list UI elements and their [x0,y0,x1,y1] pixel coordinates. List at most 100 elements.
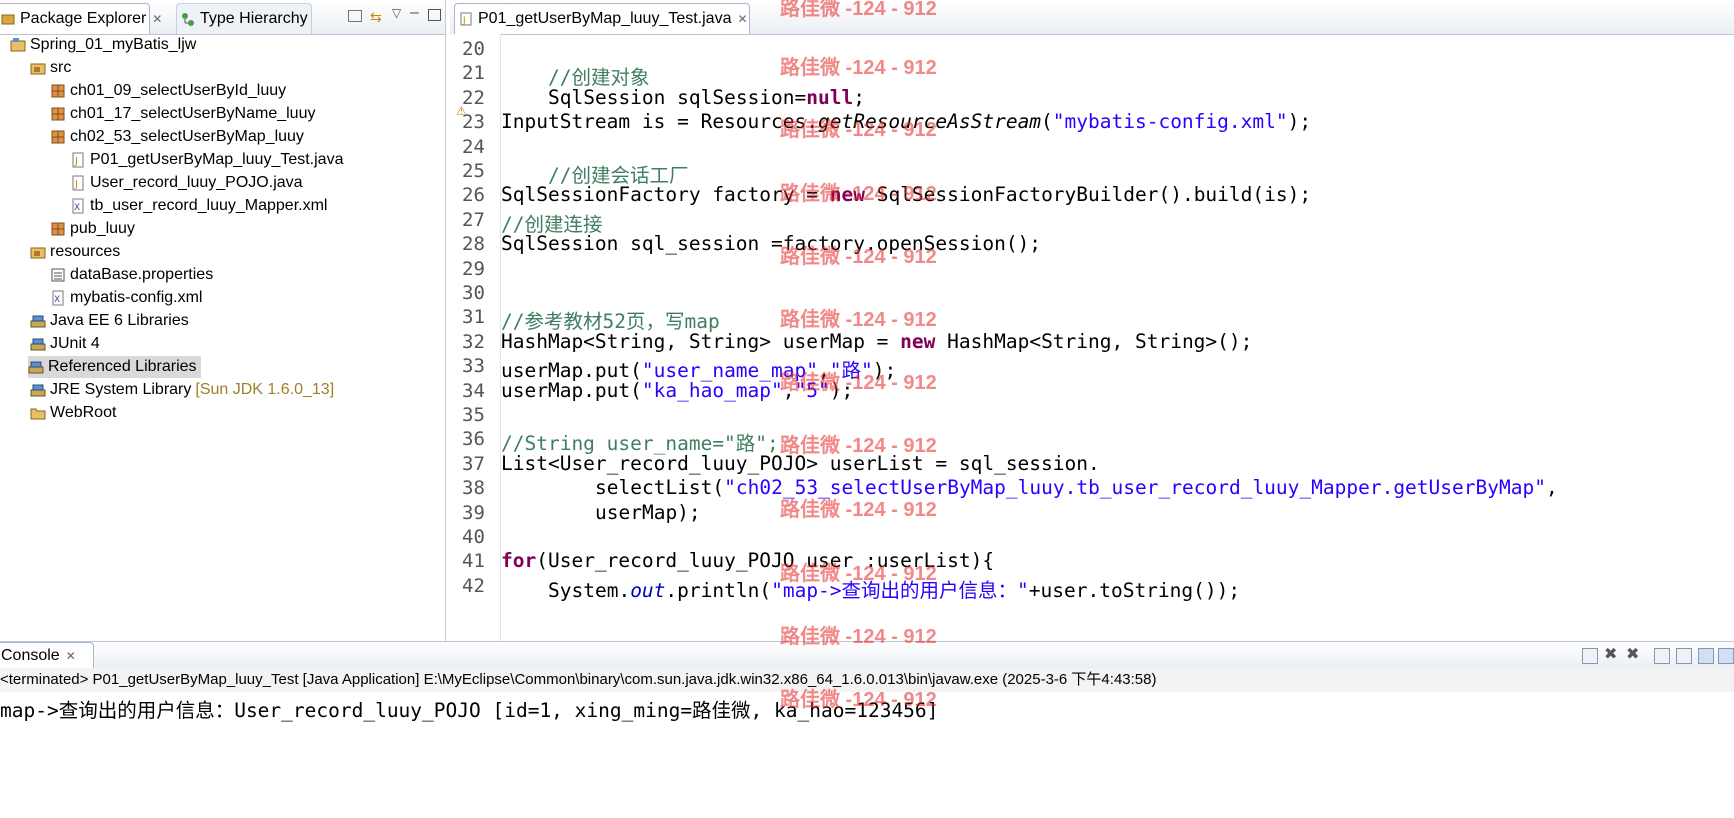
tree-item-label: tb_user_record_luuy_Mapper.xml [90,197,328,214]
svg-text:J: J [462,16,466,26]
close-icon[interactable]: ✕ [66,649,76,663]
scroll-lock-icon[interactable] [1676,648,1692,664]
tree-item-label: ch01_09_selectUserById_luuy [70,82,287,99]
tree-item-package[interactable]: ch02_53_selectUserByMap_luuy [50,126,304,148]
package-icon [50,129,66,145]
stop-icon[interactable] [1582,648,1598,664]
package-icon [50,83,66,99]
tree-item-label: mybatis-config.xml [70,289,203,306]
tab-package-explorer-label: Package Explorer [20,10,147,27]
type-hierarchy-icon [181,12,195,26]
view-menu-icon[interactable]: ▽ [392,6,401,20]
tab-type-hierarchy-label: Type Hierarchy [200,10,308,27]
tree-item-label: Java EE 6 Libraries [50,312,189,329]
java-file-icon: J [70,175,86,191]
code-line: userMap); [595,501,701,524]
code-area[interactable]: ⚠ //创建对象 SqlSession sqlSession=null; Input… [450,34,1734,641]
remove-all-icon[interactable]: ✖ [1626,644,1639,664]
code-token: System. [548,578,631,602]
close-icon[interactable]: ✕ [737,12,747,26]
code-line: InputStream is = Resources.getResourceAs… [501,110,1311,133]
tree-item-folder[interactable]: WebRoot [30,402,116,424]
tab-type-hierarchy[interactable]: Type Hierarchy [176,3,312,34]
tree-item-xml-file[interactable]: X tb_user_record_luuy_Mapper.xml [70,195,327,217]
minimize-icon[interactable]: ‒ [410,4,419,22]
tree-item-package[interactable]: ch01_09_selectUserById_luuy [50,80,286,102]
code-token: HashMap<String, String>(); [935,329,1253,353]
code-token: "5" [794,378,830,402]
maximize-icon[interactable] [428,9,441,21]
tree-item-src[interactable]: src [30,57,71,79]
code-token: , [782,378,795,402]
code-token: +user.toString()); [1028,578,1241,602]
clear-console-icon[interactable] [1654,648,1670,664]
code-line: for(User_record_luuy_POJO user :userList… [501,549,994,572]
project-icon [10,37,26,53]
package-explorer-panel: Package Explorer ✕ Type Hierarchy ⇆ ▽ ‒ … [0,0,446,641]
code-line: userMap.put("ka_hao_map","5"); [501,379,853,402]
svg-text:J: J [74,156,78,167]
code-token: new [829,183,865,207]
tree-item-project[interactable]: Spring_01_myBatis_ljw [10,34,196,56]
package-icon [50,106,66,122]
close-icon[interactable]: ✕ [152,12,162,26]
tree-item-java-file[interactable]: J P01_getUserByMap_luuy_Test.java [70,149,343,171]
code-token: ; [853,85,865,109]
tree-item-label: P01_getUserByMap_luuy_Test.java [90,151,344,168]
package-icon [50,221,66,237]
code-editor-panel: J P01_getUserByMap_luuy_Test.java ✕ 20 21… [450,0,1734,641]
remove-launch-icon[interactable]: ✖ [1604,644,1617,664]
code-token: SqlSession sqlSession= [548,85,807,109]
code-token: SqlSessionFactory factory = [501,183,830,207]
code-token: "ch02_53_selectUserByMap_luuy.tb_user_re… [724,476,1546,500]
tab-editor-file[interactable]: J P01_getUserByMap_luuy_Test.java ✕ [454,3,750,34]
code-line: HashMap<String, String> userMap = new Ha… [501,330,1252,353]
tree-item-resources[interactable]: resources [30,241,120,263]
tree-item-package[interactable]: pub_luuy [50,218,135,240]
tab-console-label: Console [1,647,60,664]
tree-item-library-selected[interactable]: Referenced Libraries [28,356,201,378]
tree-item-java-file[interactable]: J User_record_luuy_POJO.java [70,172,303,194]
tree-item-label: JRE System Library [50,381,192,398]
tree-item-label: Spring_01_myBatis_ljw [30,36,197,53]
tree-item-label: src [50,59,72,76]
tree-item-label: User_record_luuy_POJO.java [90,174,303,191]
code-line: SqlSessionFactory factory = new SqlSessi… [501,183,1311,206]
tab-editor-file-label: P01_getUserByMap_luuy_Test.java [478,10,732,27]
java-file-icon: J [459,12,473,26]
code-line: selectList("ch02_53_selectUserByMap_luuy… [595,476,1558,499]
display-console-icon[interactable] [1718,648,1734,664]
code-token: InputStream is = Resources. [501,110,818,134]
collapse-all-icon[interactable] [348,10,362,22]
pin-console-icon[interactable] [1698,648,1714,664]
tree-item-label: resources [50,243,121,260]
code-token: userMap); [595,500,701,524]
tree-item-library[interactable]: JUnit 4 [30,333,100,355]
link-editor-icon[interactable]: ⇆ [370,9,382,26]
tab-console[interactable]: Console ✕ [0,642,94,669]
tree-item-suffix: [Sun JDK 1.6.0_13] [195,381,335,398]
tree-item-properties-file[interactable]: dataBase.properties [50,264,213,286]
tree-item-library[interactable]: JRE System Library [Sun JDK 1.6.0_13] [30,379,334,401]
tree-item-library[interactable]: Java EE 6 Libraries [30,310,189,332]
code-line: System.out.println("map->查询出的用户信息："+user… [548,574,1240,603]
code-token: ); [1287,110,1312,134]
code-token: for [501,549,537,573]
tree-item-package[interactable]: ch01_17_selectUserByName_luuy [50,103,315,125]
code-token: List<User_record_luuy_POJO> userList = s… [501,451,1100,475]
explorer-tab-bar: Package Explorer ✕ Type Hierarchy ⇆ ▽ ‒ [0,0,445,35]
library-icon [30,313,46,329]
svg-text:J: J [74,179,78,190]
tree-item-xml-file[interactable]: X mybatis-config.xml [50,287,202,309]
code-token: .println( [665,578,772,602]
tree-item-label: ch01_17_selectUserByName_luuy [70,105,316,122]
code-line: List<User_record_luuy_POJO> userList = s… [501,452,1100,475]
properties-file-icon [50,267,66,283]
library-icon [30,336,46,352]
code-token: (User_record_luuy_POJO user :userList){ [536,549,995,573]
code-line: SqlSession sql_session =factory.openSess… [501,232,1041,255]
warning-marker-icon[interactable]: ⚠ [456,104,467,118]
tree-item-label: WebRoot [50,404,117,421]
code-line: SqlSession sqlSession=null; [548,86,865,109]
tab-package-explorer[interactable]: Package Explorer ✕ [0,3,162,34]
